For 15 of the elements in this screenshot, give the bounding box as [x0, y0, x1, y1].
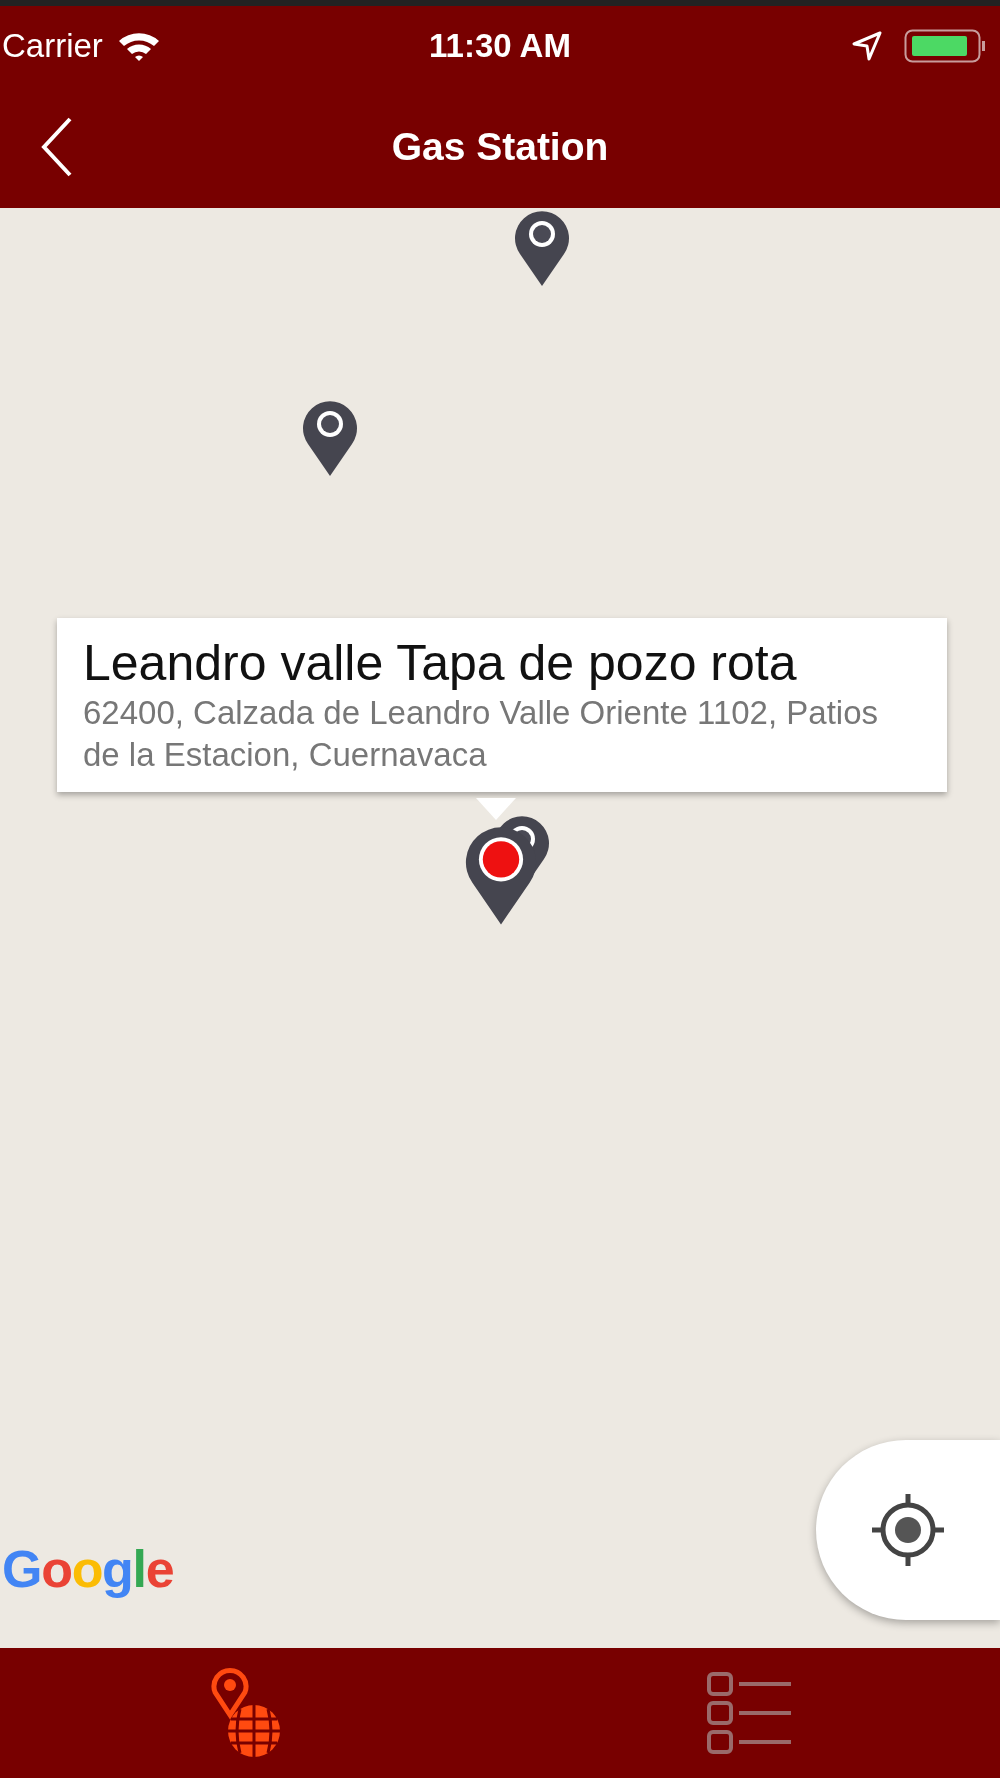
map-attribution: Google — [2, 1539, 174, 1600]
place-address: 62400, Calzada de Leandro Valle Oriente 1102, Patios de la Estacion, Cuernavaca — [83, 693, 879, 775]
place-name: Leandro valle Tapa de pozo rota — [83, 634, 798, 692]
map-pin-icon[interactable] — [300, 398, 360, 478]
location-arrow-icon — [852, 31, 882, 61]
clock-time: 11:30 AM — [429, 26, 571, 67]
battery-icon — [904, 29, 986, 63]
my-location-button[interactable] — [816, 1440, 1000, 1620]
map-pin-icon[interactable] — [512, 208, 572, 288]
list-icon — [707, 1672, 793, 1754]
crosshair-icon — [870, 1492, 946, 1568]
callout-pointer — [476, 798, 516, 822]
back-chevron-icon — [40, 116, 74, 178]
carrier-name: Carrier — [2, 26, 103, 67]
screen-title: Gas Station — [391, 123, 609, 170]
